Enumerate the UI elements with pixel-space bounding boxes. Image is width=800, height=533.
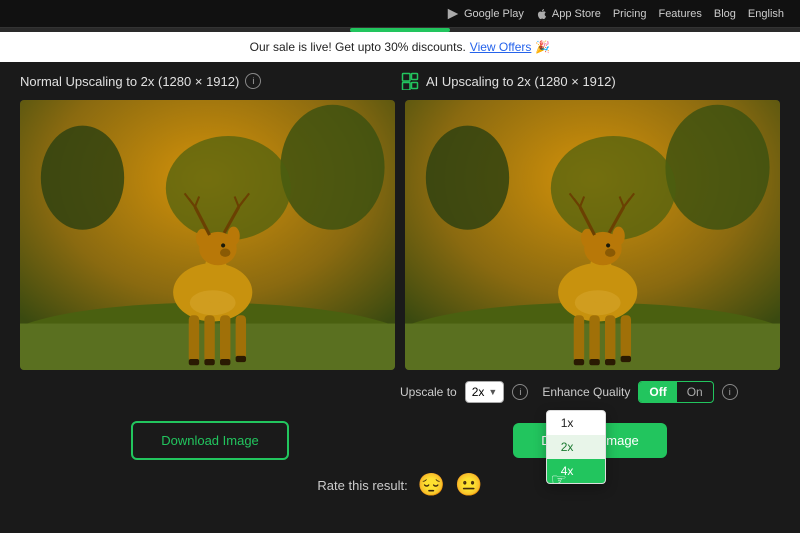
- controls-row: Upscale to 2x ▼ 1x 2x 4x ☞ i Enhance Qua…: [20, 370, 780, 414]
- ai-label-text: AI Upscaling to 2x (1280 × 1912): [426, 74, 616, 89]
- download-normal-button[interactable]: Download Image: [131, 421, 289, 460]
- ai-image-panel: [405, 100, 780, 370]
- progress-bar-container: [0, 28, 800, 32]
- normal-upscaling-label: Normal Upscaling to 2x (1280 × 1912) i: [20, 73, 400, 89]
- chevron-down-icon: ▼: [488, 387, 497, 397]
- images-row: [20, 100, 780, 370]
- sale-text: Our sale is live! Get upto 30% discounts…: [250, 40, 466, 54]
- upscale-label: Upscale to: [400, 385, 457, 399]
- neutral-emoji-rating[interactable]: 😐: [455, 472, 482, 498]
- blog-link[interactable]: Blog: [714, 8, 736, 20]
- google-play-button[interactable]: Google Play: [446, 7, 524, 21]
- ai-upscale-icon: [400, 71, 420, 91]
- view-offers-link[interactable]: View Offers: [470, 40, 532, 54]
- enhance-info-icon[interactable]: i: [722, 384, 738, 400]
- features-link[interactable]: Features: [658, 8, 701, 20]
- normal-info-icon[interactable]: i: [245, 73, 261, 89]
- upscale-info-icon[interactable]: i: [512, 384, 528, 400]
- scale-option-1x[interactable]: 1x: [547, 411, 605, 435]
- controls-right: Upscale to 2x ▼ 1x 2x 4x ☞ i Enhance Qua…: [400, 381, 780, 403]
- ai-upscaling-label: AI Upscaling to 2x (1280 × 1912): [400, 71, 780, 91]
- sad-emoji-rating[interactable]: 😔: [418, 472, 445, 498]
- labels-row: Normal Upscaling to 2x (1280 × 1912) i A…: [20, 62, 780, 100]
- pricing-link[interactable]: Pricing: [613, 8, 647, 20]
- scale-option-4x[interactable]: 4x ☞: [547, 459, 605, 483]
- sale-emoji: 🎉: [535, 40, 550, 54]
- app-store-label: App Store: [552, 8, 601, 20]
- toggle-on-option[interactable]: On: [677, 382, 713, 402]
- toggle-off-option[interactable]: Off: [639, 382, 676, 402]
- scale-dropdown-menu[interactable]: 1x 2x 4x ☞: [546, 410, 606, 484]
- normal-label-text: Normal Upscaling to 2x (1280 × 1912): [20, 74, 239, 89]
- scale-option-2x[interactable]: 2x: [547, 435, 605, 459]
- enhance-quality-label: Enhance Quality: [542, 385, 630, 399]
- language-selector[interactable]: English: [748, 8, 784, 20]
- google-play-label: Google Play: [464, 8, 524, 20]
- download-row: Download Image Download Image: [20, 414, 780, 466]
- rating-row: Rate this result: 😔 😐: [20, 466, 780, 504]
- sale-banner: Our sale is live! Get upto 30% discounts…: [0, 32, 800, 62]
- main-content: Normal Upscaling to 2x (1280 × 1912) i A…: [0, 62, 800, 504]
- selected-scale-value: 2x: [472, 385, 485, 399]
- normal-image-panel: [20, 100, 395, 370]
- rating-label: Rate this result:: [317, 478, 407, 493]
- cursor-pointer-icon: ☞: [551, 470, 567, 484]
- top-navigation: Google Play App Store Pricing Features B…: [0, 0, 800, 28]
- progress-bar-fill: [350, 28, 450, 32]
- enhance-quality-toggle[interactable]: Off On: [638, 381, 713, 403]
- upscale-select[interactable]: 2x ▼ 1x 2x 4x ☞: [465, 381, 505, 403]
- app-store-button[interactable]: App Store: [536, 8, 601, 20]
- download-normal-area: Download Image: [20, 421, 400, 460]
